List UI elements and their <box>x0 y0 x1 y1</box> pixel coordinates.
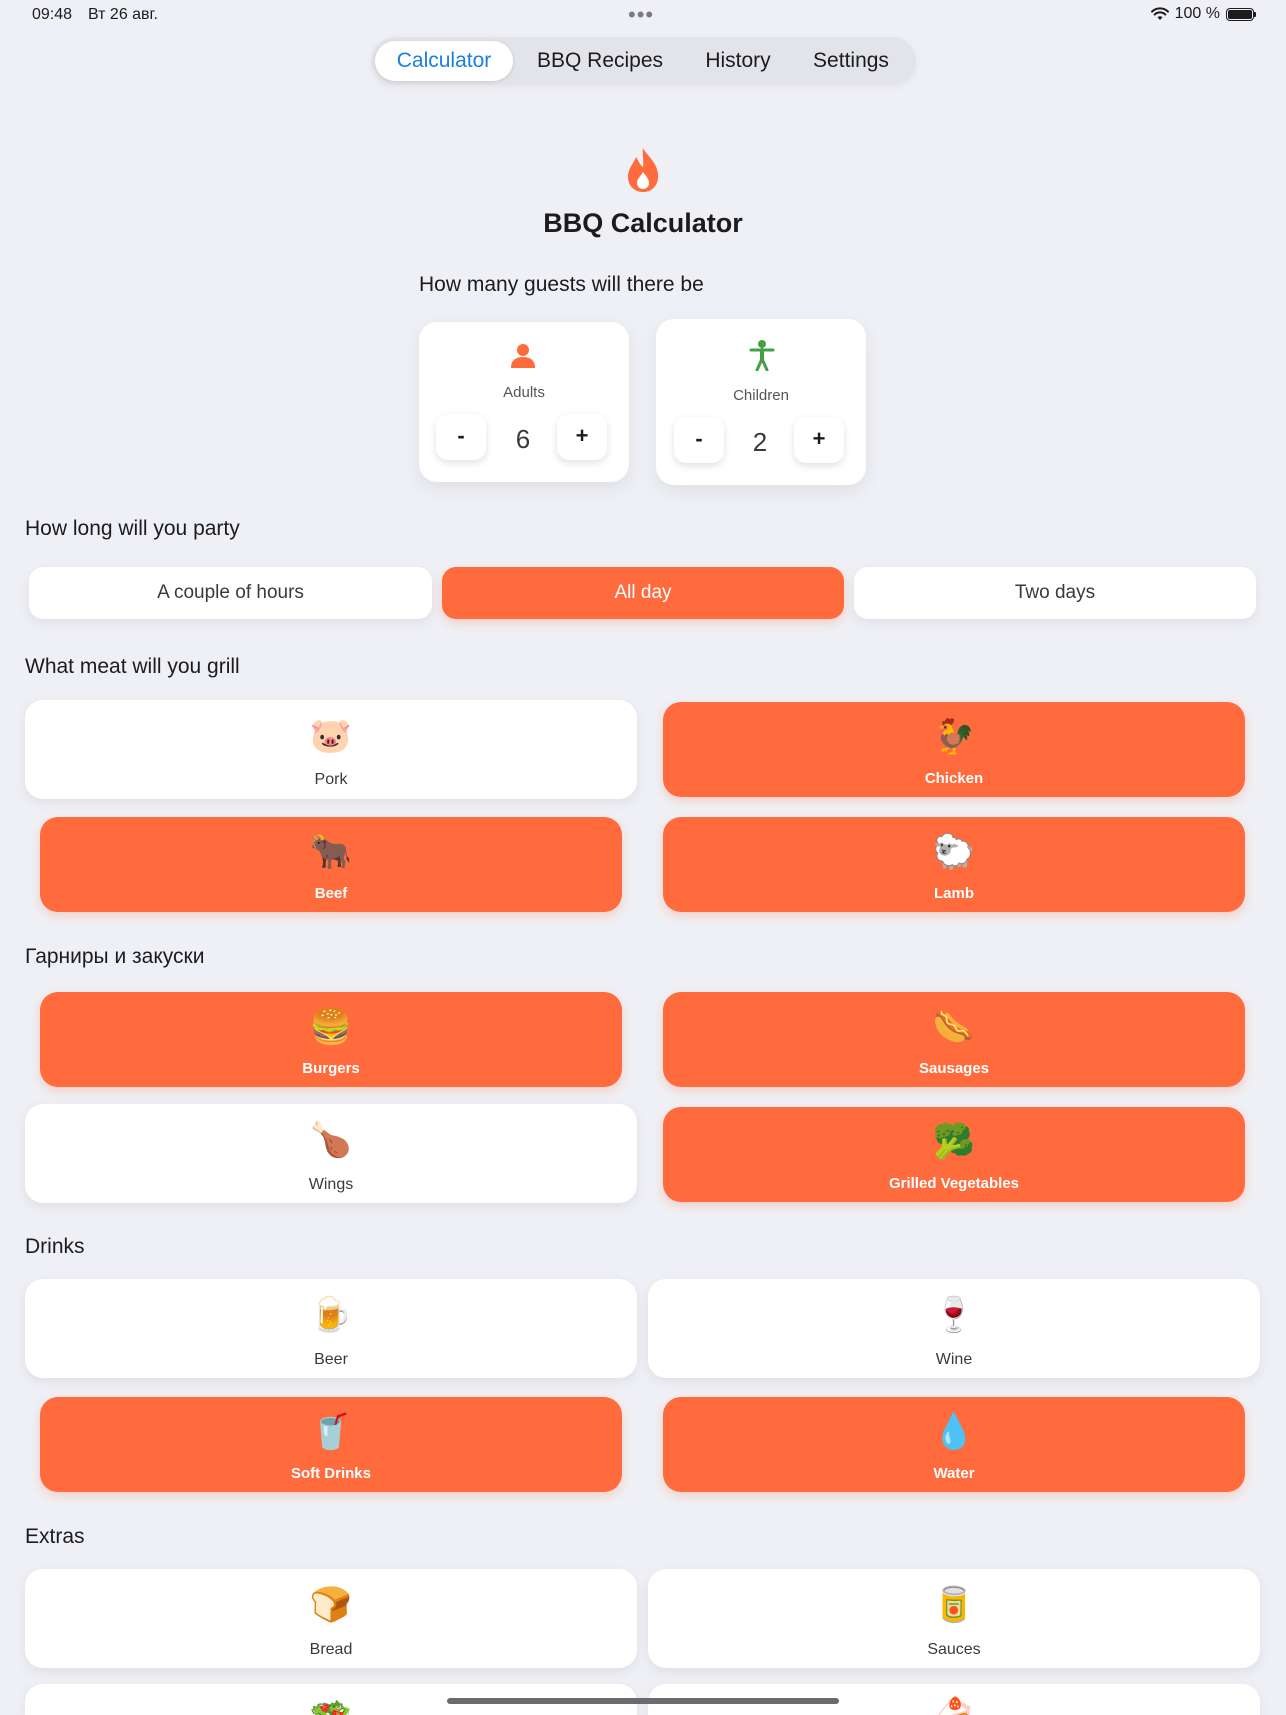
side-burgers-label: Burgers <box>302 1060 360 1077</box>
page-title: BBQ Calculator <box>543 208 743 238</box>
wine-glass-icon: 🍷 <box>932 1296 976 1334</box>
status-time: 09:48 <box>32 6 73 23</box>
extra-sauces-card[interactable]: 🥫 Sauces <box>648 1569 1260 1668</box>
cup-with-straw-icon: 🥤 <box>309 1413 353 1451</box>
home-indicator[interactable] <box>447 1698 839 1704</box>
flame-icon <box>627 148 659 192</box>
child-figure-icon <box>749 340 775 371</box>
meat-lamb-card[interactable]: 🐑 Lamb <box>663 817 1245 912</box>
tab-calculator[interactable]: Calculator <box>375 41 513 81</box>
rooster-icon: 🐓 <box>932 718 976 756</box>
broccoli-icon: 🥦 <box>932 1123 976 1161</box>
tab-bbq-recipes[interactable]: BBQ Recipes <box>519 41 681 81</box>
meat-chicken-label: Chicken <box>924 770 984 787</box>
tab-history[interactable]: History <box>687 41 789 81</box>
drink-beer-label: Beer <box>314 1351 348 1368</box>
ox-icon: 🐂 <box>309 833 353 871</box>
adults-card: Adults - 6 + <box>419 322 629 482</box>
sides-section-title: Гарниры и закуски <box>25 945 205 968</box>
extra-sauces-label: Sauces <box>927 1641 981 1658</box>
burger-icon: 🍔 <box>309 1008 353 1046</box>
children-decrement-button[interactable]: - <box>674 417 724 463</box>
drink-water-label: Water <box>933 1465 975 1482</box>
status-bar: 09:48 Вт 26 авг. ••• 100 % <box>0 0 1286 30</box>
duration-all-day-button[interactable]: All day <box>442 567 844 619</box>
meat-pork-card[interactable]: 🐷 Pork <box>25 700 637 799</box>
drink-water-card[interactable]: 💧 Water <box>663 1397 1245 1492</box>
beer-mug-icon: 🍺 <box>309 1296 353 1334</box>
drumstick-icon: 🍗 <box>309 1121 353 1159</box>
meat-chicken-card[interactable]: 🐓 Chicken <box>663 702 1245 797</box>
meat-pork-label: Pork <box>314 771 348 788</box>
extra-bread-label: Bread <box>309 1641 353 1658</box>
status-date: Вт 26 авг. <box>88 6 158 23</box>
tab-bar: Calculator BBQ Recipes History Settings <box>371 37 916 85</box>
children-increment-button[interactable]: + <box>794 417 844 463</box>
duration-couple-hours-button[interactable]: A couple of hours <box>29 567 432 619</box>
duration-question: How long will you party <box>25 517 240 540</box>
ewe-icon: 🐑 <box>932 833 976 871</box>
side-wings-label: Wings <box>308 1176 354 1193</box>
droplet-icon: 💧 <box>932 1413 976 1451</box>
battery-percent: 100 % <box>1174 5 1220 22</box>
drink-soft-drinks-card[interactable]: 🥤 Soft Drinks <box>40 1397 622 1492</box>
side-grilled-vegetables-card[interactable]: 🥦 Grilled Vegetables <box>663 1107 1245 1202</box>
side-wings-card[interactable]: 🍗 Wings <box>25 1104 637 1203</box>
bread-icon: 🍞 <box>309 1586 353 1624</box>
children-card: Children - 2 + <box>656 319 866 485</box>
wifi-icon <box>1150 7 1169 20</box>
meat-beef-card[interactable]: 🐂 Beef <box>40 817 622 912</box>
extras-section-title: Extras <box>25 1525 85 1548</box>
adults-increment-button[interactable]: + <box>557 414 607 460</box>
drinks-section-title: Drinks <box>25 1235 85 1258</box>
adults-count: 6 <box>515 424 531 454</box>
status-right: 100 % <box>1150 5 1256 23</box>
duration-two-days-button[interactable]: Two days <box>854 567 1256 619</box>
extra-bread-card[interactable]: 🍞 Bread <box>25 1569 637 1668</box>
pig-icon: 🐷 <box>309 717 353 755</box>
children-label: Children <box>733 387 789 404</box>
tab-settings[interactable]: Settings <box>793 41 909 81</box>
hotdog-icon: 🌭 <box>932 1008 976 1046</box>
guests-question: How many guests will there be <box>419 273 704 296</box>
drink-wine-card[interactable]: 🍷 Wine <box>648 1279 1260 1378</box>
children-count: 2 <box>752 427 768 457</box>
side-grilled-vegetables-label: Grilled Vegetables <box>888 1175 1020 1192</box>
adults-label: Adults <box>503 384 545 401</box>
multitasking-dots-icon[interactable]: ••• <box>628 2 654 28</box>
battery-icon <box>1226 7 1256 21</box>
drink-beer-card[interactable]: 🍺 Beer <box>25 1279 637 1378</box>
drink-soft-drinks-label: Soft Drinks <box>290 1465 371 1482</box>
meat-lamb-label: Lamb <box>933 885 974 902</box>
canned-food-icon: 🥫 <box>932 1586 976 1624</box>
side-burgers-card[interactable]: 🍔 Burgers <box>40 992 622 1087</box>
drink-wine-label: Wine <box>935 1351 973 1368</box>
person-icon <box>511 344 535 368</box>
side-sausages-card[interactable]: 🌭 Sausages <box>663 992 1245 1087</box>
meat-beef-label: Beef <box>314 885 348 902</box>
meat-section-title: What meat will you grill <box>25 655 240 678</box>
side-sausages-label: Sausages <box>918 1060 990 1077</box>
adults-decrement-button[interactable]: - <box>436 414 486 460</box>
